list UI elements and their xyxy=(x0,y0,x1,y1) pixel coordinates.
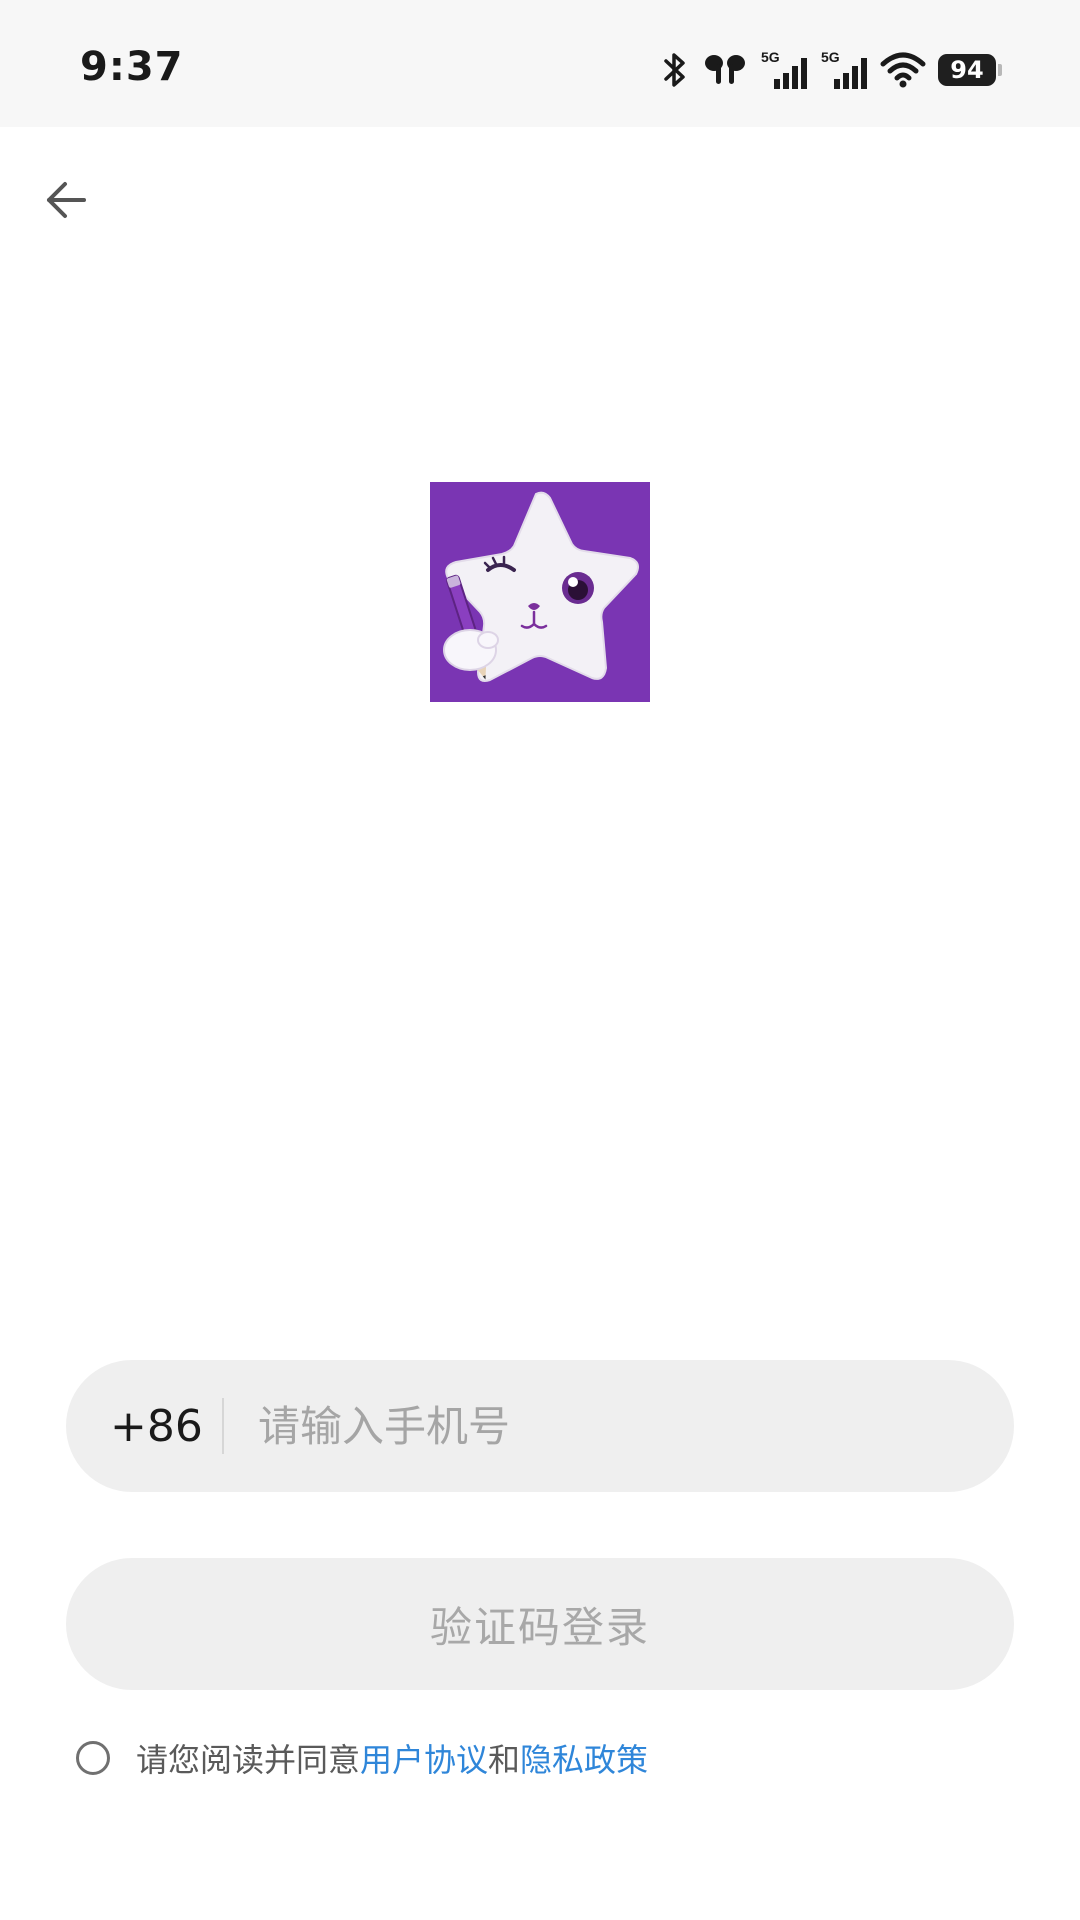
wifi-icon xyxy=(880,50,926,90)
phone-number-input[interactable] xyxy=(224,1360,1014,1492)
agree-checkbox[interactable] xyxy=(76,1741,110,1775)
back-button[interactable] xyxy=(36,172,96,232)
status-time: 9:37 xyxy=(80,44,184,90)
status-bar: 9:37 5G 5G 94 xyxy=(0,0,1080,127)
agreement-prefix: 请您阅读并同意 xyxy=(136,1741,361,1779)
arrow-left-icon xyxy=(45,181,87,223)
privacy-policy-link[interactable]: 隐私政策 xyxy=(520,1735,648,1781)
agreement-conjunction: 和 xyxy=(488,1741,521,1779)
signal-5g-icon: 5G xyxy=(820,49,868,91)
network-label-2: 5G xyxy=(821,49,840,65)
verification-code-login-button[interactable]: 验证码登录 xyxy=(66,1558,1014,1690)
status-icons: 5G 5G 94 xyxy=(660,48,1002,92)
agreement-row: 请您阅读并同意 用户协议 和 隐私政策 xyxy=(76,1736,648,1780)
phone-input-row: +86 xyxy=(66,1360,1014,1492)
battery-level: 94 xyxy=(938,54,996,86)
earbuds-icon xyxy=(702,50,748,90)
signal-5g-icon: 5G xyxy=(760,49,808,91)
star-mascot-logo xyxy=(430,482,650,702)
bluetooth-icon xyxy=(660,50,690,90)
user-agreement-link[interactable]: 用户协议 xyxy=(360,1735,488,1781)
app-logo xyxy=(430,482,650,702)
country-code-selector[interactable]: +86 xyxy=(66,1401,222,1452)
network-label-1: 5G xyxy=(761,49,780,65)
battery-tip xyxy=(998,64,1002,76)
battery-icon: 94 xyxy=(938,54,1002,86)
